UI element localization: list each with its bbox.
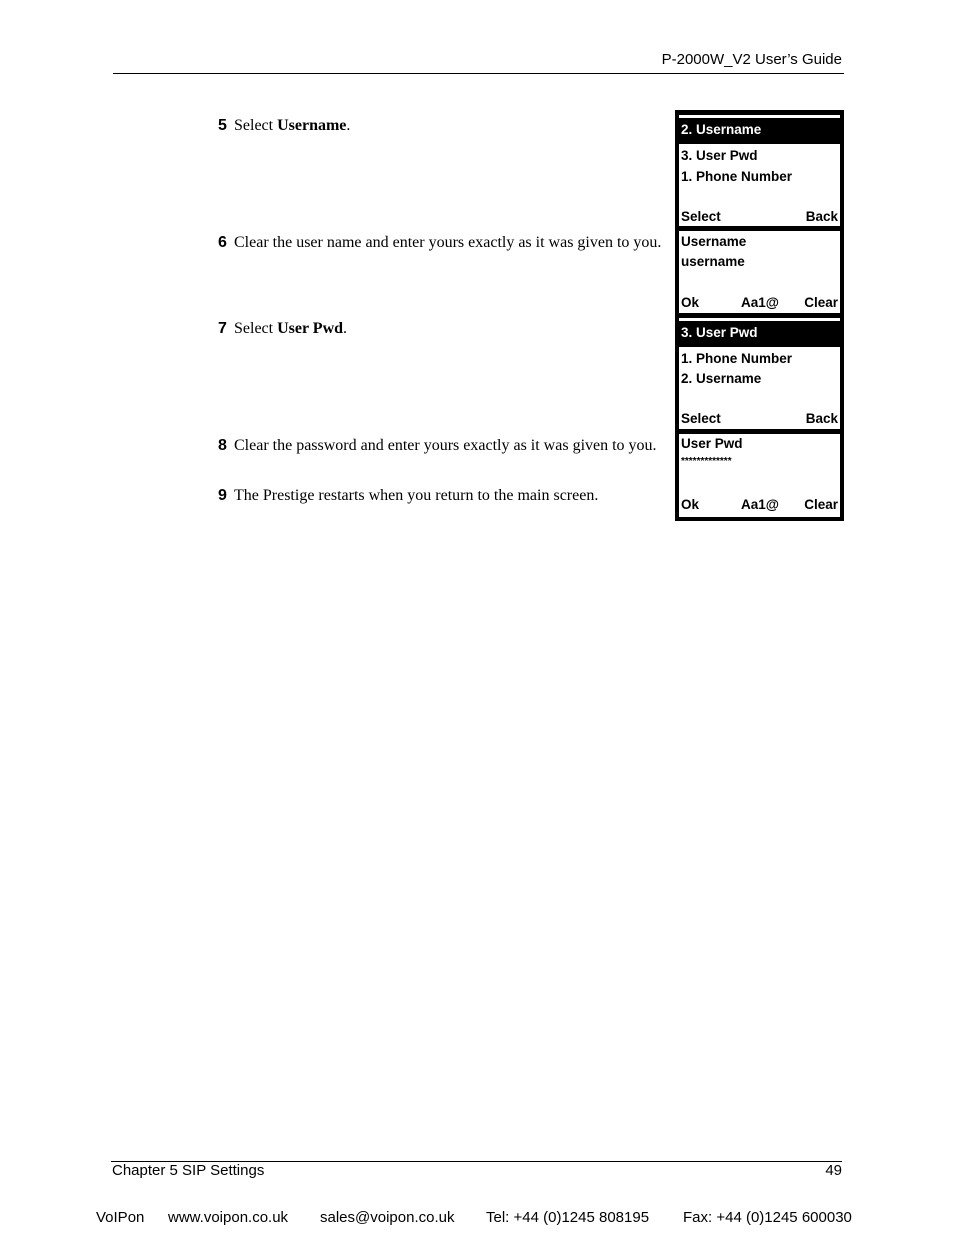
step-number: 5 [218,117,227,134]
step-text: Clear the password and enter yours exact… [234,437,657,454]
softkey-select: Select [681,209,721,224]
page-number: 49 [825,1162,842,1179]
step-text: Clear the user name and enter yours exac… [234,234,662,251]
softkey-select: Select [681,411,721,426]
step-text: The Prestige restarts when you return to… [234,487,599,504]
step-5: 5 Select Username. [218,115,663,137]
chapter-title: Chapter 5 SIP Settings [112,1162,265,1179]
softkey-ok: Ok [681,497,700,512]
phone-screen-username-entry: Username username Ok Aa1@ Clear [679,231,840,313]
softkey-back: Back [805,209,838,224]
header-divider [113,73,844,74]
menu-item: 3. User Pwd [681,148,758,163]
softkey-back: Back [805,411,838,426]
phone-display-illustration: 2. Username 3. User Pwd 1. Phone Number … [675,110,844,521]
field-label: User Pwd [681,436,743,451]
step-7: 7 Select User Pwd. [218,318,663,340]
fax-number: Fax: +44 (0)1245 600030 [683,1209,852,1226]
step-9: 9 The Prestige restarts when you return … [218,485,663,507]
masked-password-value: ************* [681,456,732,467]
field-label: Username [681,234,747,249]
phone-screen-menu-username: 2. Username 3. User Pwd 1. Phone Number … [679,115,840,226]
menu-item-ref: Username [277,117,347,134]
phone-screen-password-entry: User Pwd ************* Ok Aa1@ Clear [679,434,840,517]
step-6: 6 Clear the user name and enter yours ex… [218,232,663,254]
phone-screen-menu-user-pwd: 3. User Pwd 1. Phone Number 2. Username … [679,318,840,429]
step-text: Select Username. [234,117,351,134]
menu-item-ref: User Pwd [277,320,344,337]
softkey-clear: Clear [804,497,838,512]
softkey-ok: Ok [681,295,700,310]
step-number: 7 [218,320,227,337]
menu-item: 1. Phone Number [681,351,793,366]
email-link[interactable]: sales@voipon.co.uk [320,1209,454,1226]
company-name: VoIPon [96,1209,145,1226]
softkey-input-mode: Aa1@ [741,497,779,512]
field-value: username [681,254,745,269]
telephone-number: Tel: +44 (0)1245 808195 [486,1209,650,1226]
menu-item: 1. Phone Number [681,169,793,184]
softkey-clear: Clear [804,295,838,310]
step-8: 8 Clear the password and enter yours exa… [218,435,663,457]
step-number: 8 [218,437,227,454]
selected-menu-item: 3. User Pwd [679,321,840,347]
step-number: 9 [218,487,227,504]
website-link[interactable]: www.voipon.co.uk [168,1209,288,1226]
menu-item: 2. Username [681,371,762,386]
step-text: Select User Pwd. [234,320,348,337]
step-number: 6 [218,234,227,251]
selected-menu-item: 2. Username [679,118,840,144]
softkey-input-mode: Aa1@ [741,295,779,310]
guide-title: P-2000W_V2 User’s Guide [661,51,842,68]
